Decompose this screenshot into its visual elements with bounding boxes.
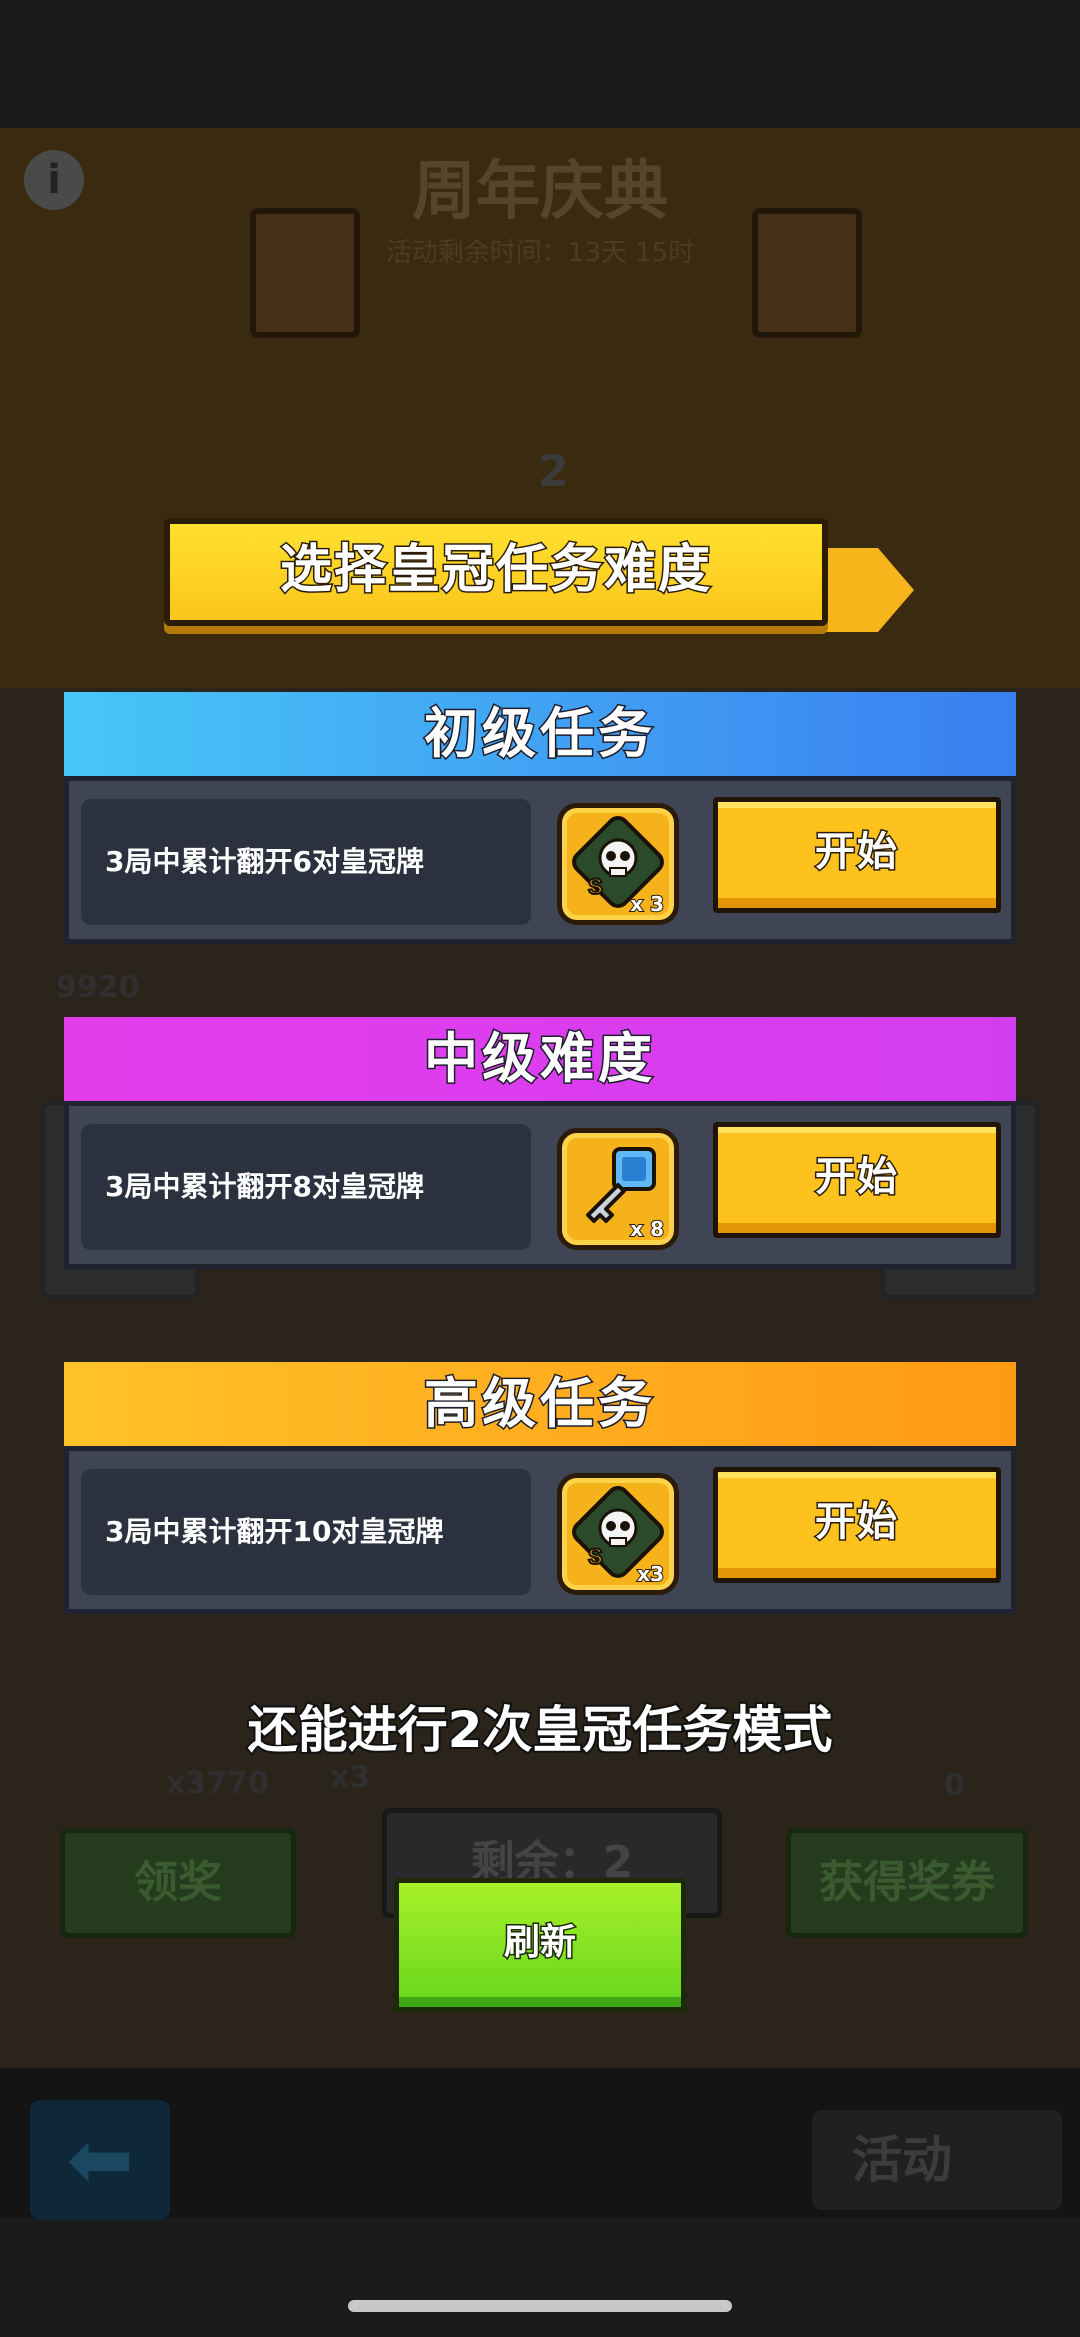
skull-ticket-icon[interactable]: S x 3 bbox=[557, 803, 679, 925]
mission-body: 3局中累计翻开8对皇冠牌 x 8 开始 bbox=[64, 1101, 1016, 1269]
refresh-button[interactable]: 刷新 bbox=[394, 1878, 686, 2012]
background-count-badge: x3 bbox=[330, 1760, 371, 1795]
speaker-left-icon bbox=[250, 208, 360, 338]
activity-tab: 活动 bbox=[812, 2110, 1062, 2210]
back-arrow-icon: ⬅ bbox=[30, 2100, 170, 2220]
event-title: 周年庆典 bbox=[412, 155, 668, 229]
reward-count: x3 bbox=[636, 1561, 665, 1587]
start-button-medium[interactable]: 开始 bbox=[713, 1122, 1001, 1238]
svg-text:S: S bbox=[588, 874, 603, 899]
reward-count: x 8 bbox=[629, 1216, 665, 1242]
mission-header: 中级难度 bbox=[64, 1017, 1016, 1101]
background-count-right: 0 bbox=[944, 1768, 965, 1803]
get-coupon-button: 获得奖券 bbox=[786, 1828, 1028, 1938]
key-icon[interactable]: x 8 bbox=[557, 1128, 679, 1250]
dialog-title-banner: 选择皇冠任务难度 bbox=[164, 518, 828, 626]
mission-description: 3局中累计翻开6对皇冠牌 bbox=[105, 845, 424, 878]
start-button-hard[interactable]: 开始 bbox=[713, 1467, 1001, 1583]
remaining-attempts-text: 还能进行2次皇冠任务模式 bbox=[246, 1699, 835, 1761]
skull-ticket-icon[interactable]: S x3 bbox=[557, 1473, 679, 1595]
background-count-left: x3770 bbox=[166, 1766, 269, 1801]
claim-reward-button: 领奖 bbox=[60, 1828, 296, 1938]
reward-count: x 3 bbox=[629, 891, 665, 917]
mission-body: 3局中累计翻开10对皇冠牌 S x3 开始 bbox=[64, 1446, 1016, 1614]
background-score: 9920 bbox=[56, 970, 140, 1005]
svg-text:S: S bbox=[588, 1544, 603, 1569]
mission-header: 高级任务 bbox=[64, 1362, 1016, 1446]
background-number: 2 bbox=[538, 446, 569, 497]
speaker-right-icon bbox=[752, 208, 862, 338]
mission-header: 初级任务 bbox=[64, 692, 1016, 776]
home-indicator[interactable] bbox=[348, 2300, 732, 2312]
dialog-title: 选择皇冠任务难度 bbox=[278, 539, 712, 602]
event-timer: 活动剩余时间：13天 15时 bbox=[385, 238, 695, 268]
mission-description: 3局中累计翻开10对皇冠牌 bbox=[105, 1515, 444, 1548]
mission-description: 3局中累计翻开8对皇冠牌 bbox=[105, 1170, 424, 1203]
mission-description-box: 3局中累计翻开8对皇冠牌 bbox=[81, 1124, 531, 1250]
start-button-easy[interactable]: 开始 bbox=[713, 797, 1001, 913]
mission-body: 3局中累计翻开6对皇冠牌 S x 3 开始 bbox=[64, 776, 1016, 944]
mission-description-box: 3局中累计翻开6对皇冠牌 bbox=[81, 799, 531, 925]
mission-description-box: 3局中累计翻开10对皇冠牌 bbox=[81, 1469, 531, 1595]
